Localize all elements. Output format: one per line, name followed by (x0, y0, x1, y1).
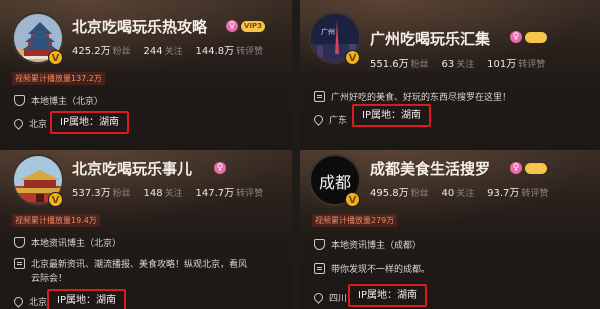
shield-icon (14, 237, 25, 248)
role-text: 本地博主（北京） (31, 97, 104, 107)
profile-card-chengdu[interactable]: 成都 V 成都美食生活搜罗 ♀ 495.8万 粉丝 40 关注 93.7万 转评赞 视… (300, 150, 600, 309)
ip-location-highlight: IP属地：湖南 (50, 111, 129, 134)
description-icon (14, 258, 25, 269)
fans-count: 495.8万 (370, 188, 409, 199)
description-text-line1: 北京最新资讯、潮流播报、美食攻略！纵观北京，看风 (31, 260, 248, 270)
vip-badge (525, 163, 547, 174)
female-icon: ♀ (510, 31, 522, 43)
shield-icon (14, 95, 25, 106)
description-row: 北京最新资讯、潮流播报、美食攻略！纵观北京，看风 (14, 257, 247, 270)
follow-count: 148 (143, 188, 163, 199)
shield-icon (314, 239, 325, 250)
stats-row: 495.8万 粉丝 40 关注 93.7万 转评赞 (370, 184, 558, 199)
fans-count: 425.2万 (72, 46, 111, 57)
account-name[interactable]: 北京吃喝玩乐热攻略 (72, 16, 207, 37)
role-text: 本地资讯博主（成都） (331, 241, 422, 251)
account-name[interactable]: 广州吃喝玩乐汇集 (370, 28, 490, 49)
ip-location-highlight: IP属地：湖南 (352, 104, 431, 127)
fans-label: 粉丝 (112, 47, 131, 57)
avatar-text: 成都 (319, 173, 351, 192)
location-row: 广东 (312, 113, 348, 126)
play-count-badge: 视频累计播放量19.4万 (12, 214, 100, 227)
location-text: 北京 (29, 298, 48, 308)
fans-count: 537.3万 (72, 188, 111, 199)
description-text-line2: 云际会！ (31, 274, 68, 284)
description-row: 广州好吃的美食、好玩的东西尽搜罗在这里！ (314, 90, 511, 103)
stats-row: 537.3万 粉丝 148 关注 147.7万 转评赞 (72, 184, 273, 199)
verified-badge-icon: V (48, 192, 63, 207)
play-count-badge: 视频累计播放量137.2万 (12, 72, 105, 85)
location-text: 广东 (329, 116, 348, 126)
follow-label: 关注 (164, 189, 183, 199)
follow-count: 40 (441, 188, 455, 199)
verified-badge-icon: V (345, 192, 360, 207)
follow-label: 关注 (456, 189, 475, 199)
ip-location-highlight: IP属地：湖南 (47, 289, 126, 309)
account-name[interactable]: 北京吃喝玩乐事儿 (72, 158, 192, 179)
stats-row: 551.6万 粉丝 63 关注 101万 转评赞 (370, 55, 555, 70)
account-name[interactable]: 成都美食生活搜罗 (370, 158, 490, 179)
play-count-badge: 视频累计播放量279万 (312, 214, 398, 227)
role-text: 本地资讯博主（北京） (31, 239, 122, 249)
description-icon (314, 263, 325, 274)
likes-count: 101万 (487, 59, 517, 70)
description-icon (314, 91, 325, 102)
avatar-text: 广州 (321, 27, 335, 36)
vip-badge (525, 32, 547, 43)
female-icon: ♀ (510, 162, 522, 174)
stats-row: 425.2万 粉丝 244 关注 144.8万 转评赞 (72, 42, 273, 57)
fans-label: 粉丝 (410, 189, 429, 199)
role-row: 本地博主（北京） (14, 94, 103, 107)
fans-count: 551.6万 (370, 59, 409, 70)
description-row: 带你发现不一样的成都。 (314, 262, 430, 275)
profile-card-beijing-hot[interactable]: V 北京吃喝玩乐热攻略 ♀ VIP3 425.2万 粉丝 244 关注 144.8万… (0, 0, 292, 150)
role-row: 本地资讯博主（成都） (314, 238, 421, 251)
location-text: 北京 (29, 120, 48, 130)
verified-badge-icon: V (345, 50, 360, 65)
likes-label: 转评赞 (236, 47, 264, 57)
follow-count: 63 (441, 59, 455, 70)
female-icon: ♀ (226, 20, 238, 32)
description-text: 带你发现不一样的成都。 (331, 265, 431, 275)
location-row: 北京 (12, 117, 48, 130)
role-row: 本地资讯博主（北京） (14, 236, 121, 249)
location-row: 四川 (312, 291, 348, 304)
likes-label: 转评赞 (518, 60, 546, 70)
location-pin-icon (12, 117, 25, 130)
likes-label: 转评赞 (521, 189, 549, 199)
location-text: 四川 (329, 294, 348, 304)
likes-count: 147.7万 (195, 188, 235, 199)
description-text: 广州好吃的美食、好玩的东西尽搜罗在这里！ (331, 93, 512, 103)
fans-label: 粉丝 (410, 60, 429, 70)
ip-location-highlight: IP属地：湖南 (348, 284, 427, 307)
vip-badge: VIP3 (241, 21, 266, 32)
female-icon: ♀ (214, 162, 226, 174)
description-row-2: 云际会！ (31, 271, 67, 284)
location-pin-icon (312, 113, 325, 126)
follow-count: 244 (143, 46, 163, 57)
location-row: 北京 (12, 295, 48, 308)
fans-label: 粉丝 (112, 189, 131, 199)
profile-card-guangzhou[interactable]: 广州 V 广州吃喝玩乐汇集 ♀ 551.6万 粉丝 63 关注 101万 转评赞 广州… (300, 0, 600, 150)
verified-badge-icon: V (48, 50, 63, 65)
profile-card-beijing-matters[interactable]: V 北京吃喝玩乐事儿 ♀ 537.3万 粉丝 148 关注 147.7万 转评赞 视频… (0, 150, 292, 309)
likes-label: 转评赞 (236, 189, 264, 199)
follow-label: 关注 (164, 47, 183, 57)
likes-count: 144.8万 (195, 46, 235, 57)
follow-label: 关注 (456, 60, 475, 70)
likes-count: 93.7万 (487, 188, 520, 199)
location-pin-icon (312, 291, 325, 304)
location-pin-icon (12, 295, 25, 308)
